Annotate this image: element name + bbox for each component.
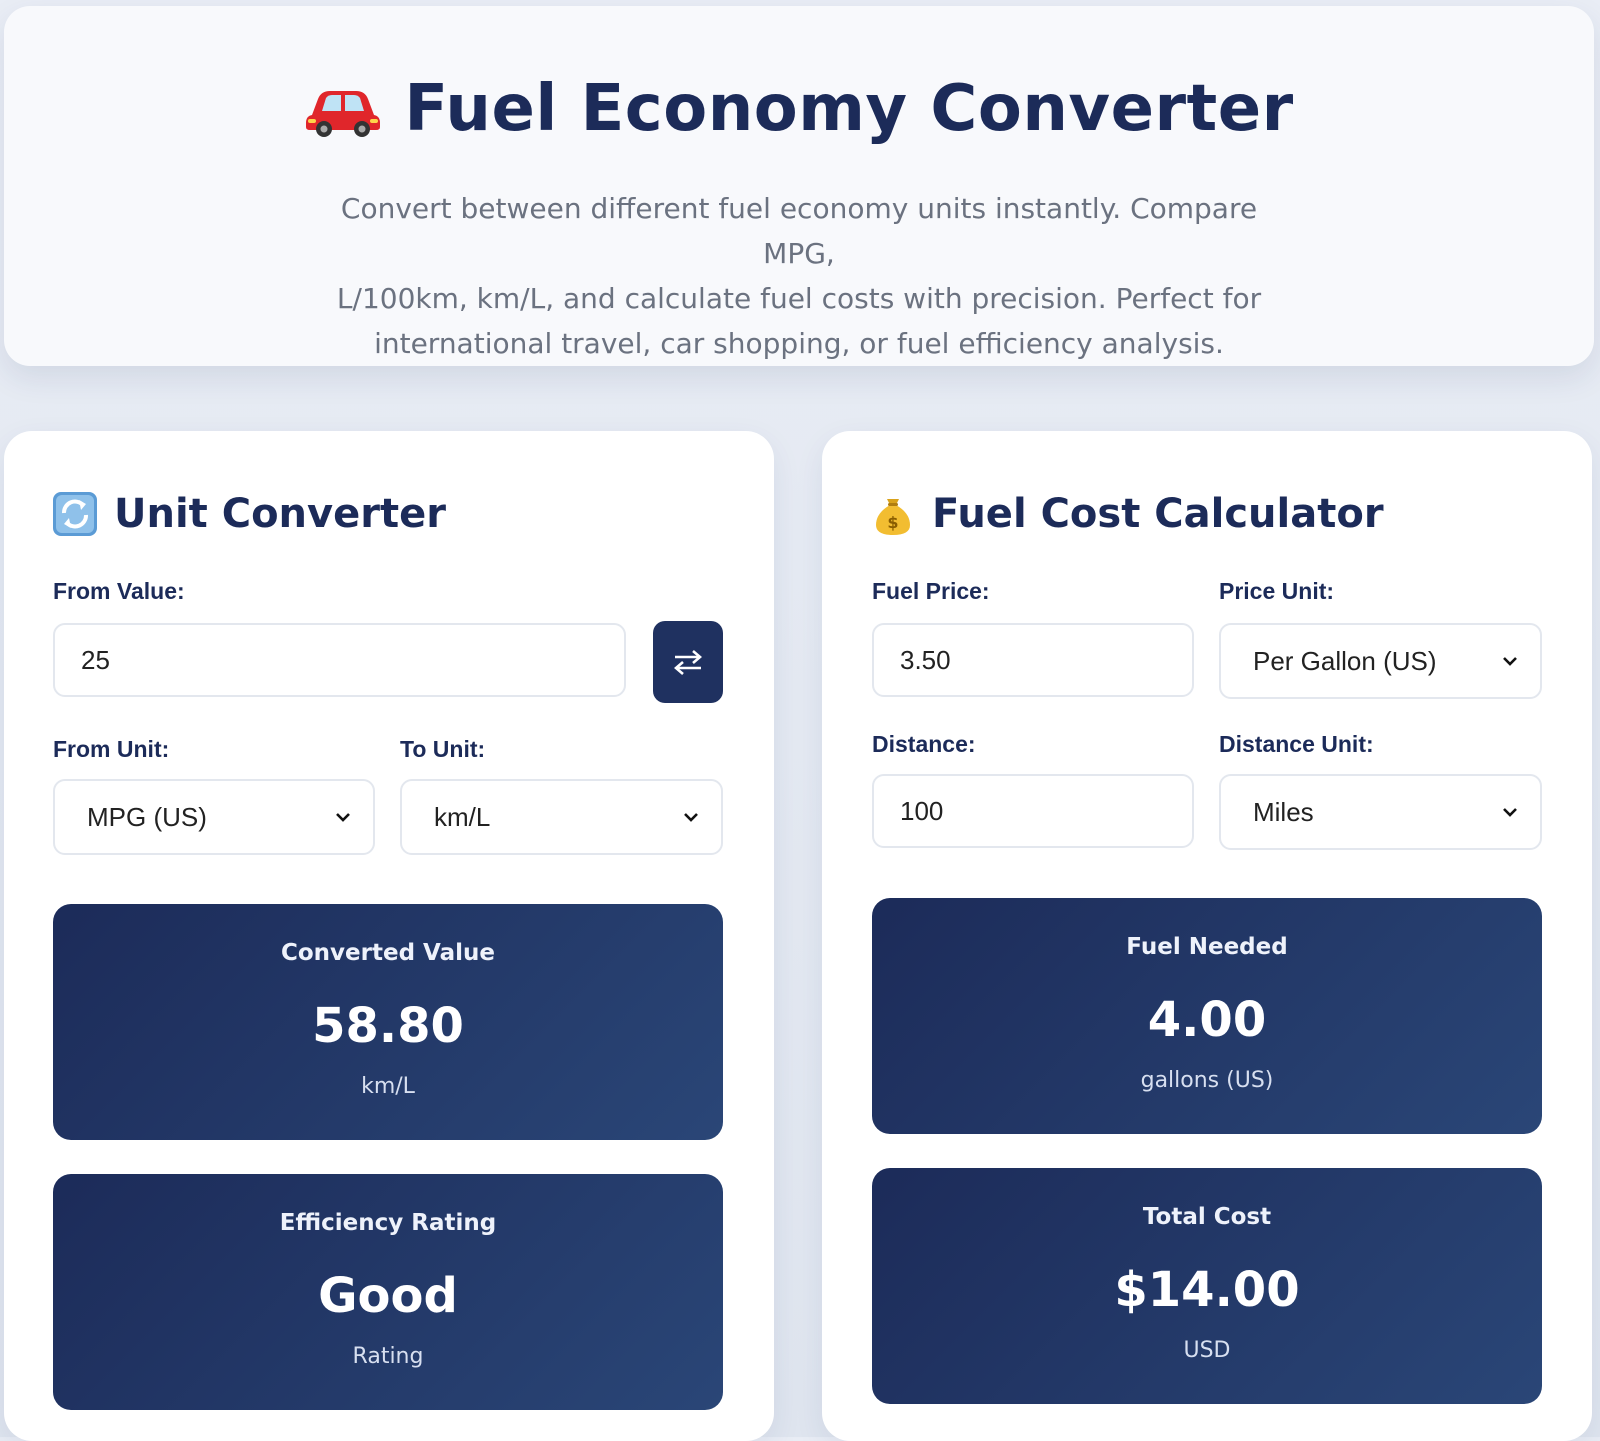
total-cost-label: Total Cost bbox=[1142, 1204, 1272, 1230]
distance-unit-select[interactable]: Miles bbox=[1219, 774, 1542, 850]
swap-arrows-icon bbox=[674, 650, 702, 675]
distance-unit-label: Distance Unit: bbox=[1219, 731, 1374, 757]
chevron-down-icon bbox=[684, 813, 698, 822]
to-unit-label: To Unit: bbox=[400, 736, 486, 762]
total-cost-value: $14.00 bbox=[1114, 1262, 1300, 1318]
header-card: Fuel Economy Converter Convert between d… bbox=[4, 6, 1594, 366]
distance-text: 100 bbox=[900, 795, 944, 826]
car-icon bbox=[306, 91, 381, 137]
chevron-down-icon bbox=[1503, 808, 1517, 817]
fuel-price-text: 3.50 bbox=[900, 644, 951, 675]
efficiency-rating-label: Efficiency Rating bbox=[279, 1210, 497, 1236]
fuel-cost-calculator-title: $ Fuel Cost Calculator bbox=[870, 491, 1384, 537]
page-title: Fuel Economy Converter bbox=[404, 72, 1294, 146]
price-unit-select[interactable]: Per Gallon (US) bbox=[1219, 623, 1542, 699]
from-unit-label: From Unit: bbox=[53, 736, 170, 762]
price-unit-label: Price Unit: bbox=[1219, 578, 1335, 604]
distance-label: Distance: bbox=[872, 731, 976, 757]
efficiency-rating-value: Good bbox=[318, 1268, 458, 1324]
from-value-input[interactable]: 25 bbox=[53, 623, 626, 697]
to-unit-select[interactable]: km/L bbox=[400, 779, 723, 855]
subtitle-line: L/100km, km/L, and calculate fuel costs … bbox=[336, 282, 1262, 315]
converted-value-label: Converted Value bbox=[281, 940, 495, 966]
fuel-cost-calculator-panel: $ Fuel Cost Calculator Fuel Price: 3.50 … bbox=[822, 431, 1592, 1441]
fuel-price-label: Fuel Price: bbox=[872, 578, 990, 604]
subtitle-line: international travel, car shopping, or f… bbox=[374, 327, 1224, 360]
fuel-cost-calculator-title-text: Fuel Cost Calculator bbox=[932, 491, 1384, 537]
fuel-needed-card: Fuel Needed 4.00 gallons (US) bbox=[872, 898, 1542, 1134]
efficiency-rating-unit: Rating bbox=[352, 1344, 424, 1369]
total-cost-card: Total Cost $14.00 USD bbox=[872, 1168, 1542, 1404]
title-row: Fuel Economy Converter bbox=[4, 72, 1594, 146]
chevron-down-icon bbox=[1503, 657, 1517, 666]
price-unit-value: Per Gallon (US) bbox=[1253, 645, 1437, 676]
converted-value-card: Converted Value 58.80 km/L bbox=[53, 904, 723, 1140]
unit-converter-panel: Unit Converter From Value: 25 From Unit:… bbox=[4, 431, 774, 1441]
arrows-cycle-icon bbox=[53, 492, 97, 536]
from-unit-select[interactable]: MPG (US) bbox=[53, 779, 375, 855]
to-unit-value: km/L bbox=[434, 801, 491, 832]
converted-value: 58.80 bbox=[312, 998, 464, 1054]
unit-converter-title-text: Unit Converter bbox=[114, 491, 446, 537]
page-subtitle: Convert between different fuel economy u… bbox=[324, 186, 1274, 366]
fuel-needed-value: 4.00 bbox=[1147, 992, 1267, 1048]
fuel-price-input[interactable]: 3.50 bbox=[872, 623, 1194, 697]
from-value-label: From Value: bbox=[53, 578, 185, 604]
swap-units-button[interactable] bbox=[653, 621, 723, 703]
fuel-needed-label: Fuel Needed bbox=[1126, 934, 1288, 960]
converted-unit: km/L bbox=[361, 1074, 415, 1099]
unit-converter-title: Unit Converter bbox=[52, 491, 446, 537]
from-value-text: 25 bbox=[81, 644, 110, 675]
money-bag-icon: $ bbox=[876, 499, 910, 535]
total-cost-unit: USD bbox=[1183, 1338, 1231, 1363]
chevron-down-icon bbox=[336, 813, 350, 822]
fuel-needed-unit: gallons (US) bbox=[1140, 1068, 1274, 1093]
from-unit-value: MPG (US) bbox=[87, 801, 207, 832]
distance-input[interactable]: 100 bbox=[872, 774, 1194, 848]
distance-unit-value: Miles bbox=[1253, 796, 1314, 827]
efficiency-rating-card: Efficiency Rating Good Rating bbox=[53, 1174, 723, 1410]
subtitle-line: Convert between different fuel economy u… bbox=[340, 192, 1258, 270]
svg-text:$: $ bbox=[887, 513, 898, 532]
